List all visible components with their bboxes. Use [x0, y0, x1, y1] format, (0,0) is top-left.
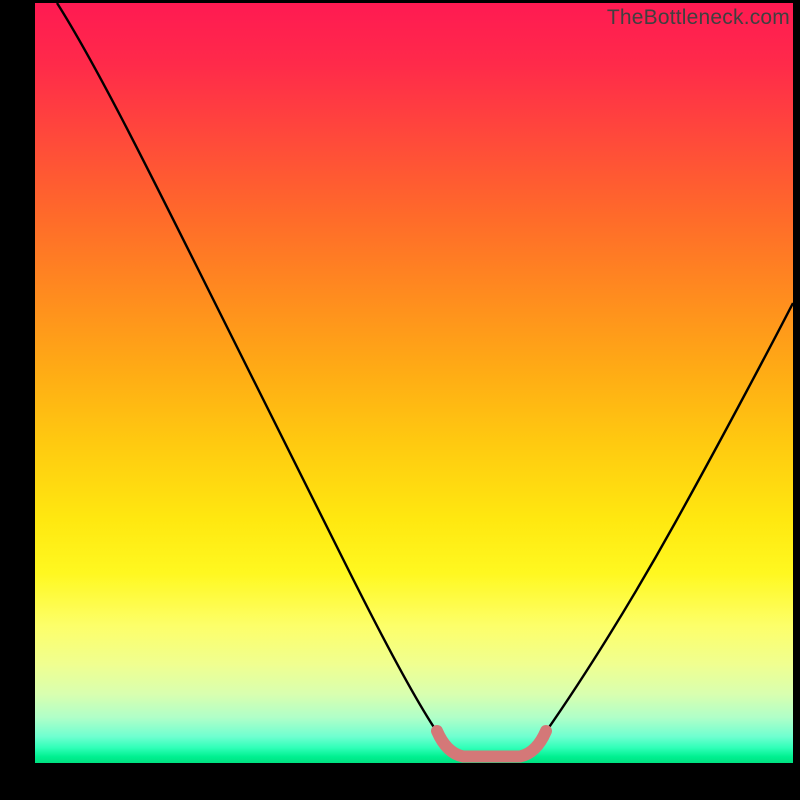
watermark-text: TheBottleneck.com: [607, 6, 790, 30]
bottleneck-curve-line: [57, 3, 793, 757]
optimal-band-marker: [437, 731, 546, 757]
chart-container: { "watermark": "TheBottleneck.com", "cha…: [0, 0, 800, 800]
chart-svg: [35, 3, 793, 763]
